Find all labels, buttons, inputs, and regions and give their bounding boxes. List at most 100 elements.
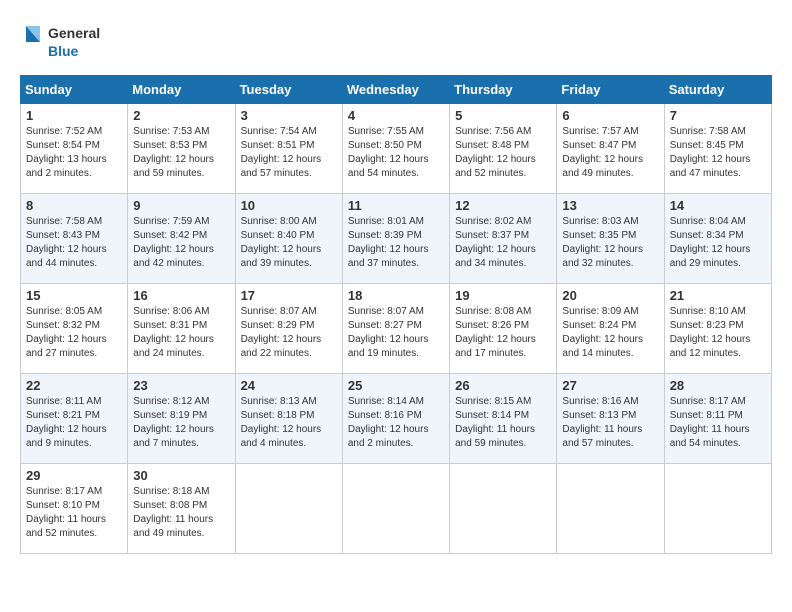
calendar-cell: 8 Sunrise: 7:58 AMSunset: 8:43 PMDaylight… (21, 194, 128, 284)
day-info: Sunrise: 8:16 AMSunset: 8:13 PMDaylight:… (562, 396, 642, 449)
day-number: 18 (348, 288, 444, 303)
day-number: 3 (241, 108, 337, 123)
day-info: Sunrise: 8:05 AMSunset: 8:32 PMDaylight:… (26, 306, 107, 359)
col-wednesday: Wednesday (342, 76, 449, 104)
day-number: 10 (241, 198, 337, 213)
calendar-cell: 10 Sunrise: 8:00 AMSunset: 8:40 PMDayligh… (235, 194, 342, 284)
calendar-cell: 18 Sunrise: 8:07 AMSunset: 8:27 PMDayligh… (342, 284, 449, 374)
calendar-week-row: 8 Sunrise: 7:58 AMSunset: 8:43 PMDaylight… (21, 194, 772, 284)
day-info: Sunrise: 8:00 AMSunset: 8:40 PMDaylight:… (241, 216, 322, 269)
calendar-cell: 22Sunrise: 8:11 AMSunset: 8:21 PMDayligh… (21, 374, 128, 464)
logo: General Blue (20, 20, 110, 65)
calendar-cell: 20Sunrise: 8:09 AMSunset: 8:24 PMDayligh… (557, 284, 664, 374)
calendar-cell (450, 464, 557, 554)
day-number: 11 (348, 198, 444, 213)
calendar-table: Sunday Monday Tuesday Wednesday Thursday… (20, 75, 772, 554)
day-info: Sunrise: 7:56 AMSunset: 8:48 PMDaylight:… (455, 126, 536, 179)
day-info: Sunrise: 8:14 AMSunset: 8:16 PMDaylight:… (348, 396, 429, 449)
svg-text:Blue: Blue (48, 43, 79, 59)
calendar-cell (664, 464, 771, 554)
day-number: 8 (26, 198, 122, 213)
day-number: 26 (455, 378, 551, 393)
day-info: Sunrise: 7:58 AMSunset: 8:43 PMDaylight:… (26, 216, 107, 269)
day-number: 27 (562, 378, 658, 393)
day-info: Sunrise: 8:02 AMSunset: 8:37 PMDaylight:… (455, 216, 536, 269)
day-number: 9 (133, 198, 229, 213)
day-number: 16 (133, 288, 229, 303)
day-number: 17 (241, 288, 337, 303)
calendar-cell: 29 Sunrise: 8:17 AMSunset: 8:10 PMDayligh… (21, 464, 128, 554)
day-number: 15 (26, 288, 122, 303)
day-info: Sunrise: 8:15 AMSunset: 8:14 PMDaylight:… (455, 396, 535, 449)
day-info: Sunrise: 7:52 AMSunset: 8:54 PMDaylight:… (26, 126, 107, 179)
calendar-cell: 11 Sunrise: 8:01 AMSunset: 8:39 PMDayligh… (342, 194, 449, 284)
calendar-cell: 25Sunrise: 8:14 AMSunset: 8:16 PMDayligh… (342, 374, 449, 464)
day-info: Sunrise: 8:07 AMSunset: 8:29 PMDaylight:… (241, 306, 322, 359)
day-info: Sunrise: 8:17 AMSunset: 8:10 PMDaylight:… (26, 486, 106, 539)
day-info: Sunrise: 7:57 AMSunset: 8:47 PMDaylight:… (562, 126, 643, 179)
day-number: 5 (455, 108, 551, 123)
calendar-cell: 5 Sunrise: 7:56 AMSunset: 8:48 PMDaylight… (450, 104, 557, 194)
day-info: Sunrise: 8:12 AMSunset: 8:19 PMDaylight:… (133, 396, 214, 449)
day-number: 28 (670, 378, 766, 393)
day-info: Sunrise: 8:07 AMSunset: 8:27 PMDaylight:… (348, 306, 429, 359)
col-tuesday: Tuesday (235, 76, 342, 104)
day-number: 14 (670, 198, 766, 213)
calendar-week-row: 29 Sunrise: 8:17 AMSunset: 8:10 PMDayligh… (21, 464, 772, 554)
col-friday: Friday (557, 76, 664, 104)
calendar-cell: 6 Sunrise: 7:57 AMSunset: 8:47 PMDaylight… (557, 104, 664, 194)
day-info: Sunrise: 7:58 AMSunset: 8:45 PMDaylight:… (670, 126, 751, 179)
calendar-cell: 24Sunrise: 8:13 AMSunset: 8:18 PMDayligh… (235, 374, 342, 464)
calendar-cell: 12 Sunrise: 8:02 AMSunset: 8:37 PMDayligh… (450, 194, 557, 284)
day-info: Sunrise: 7:54 AMSunset: 8:51 PMDaylight:… (241, 126, 322, 179)
calendar-cell: 27 Sunrise: 8:16 AMSunset: 8:13 PMDayligh… (557, 374, 664, 464)
calendar-cell: 1 Sunrise: 7:52 AMSunset: 8:54 PMDaylight… (21, 104, 128, 194)
calendar-cell (557, 464, 664, 554)
calendar-cell: 19 Sunrise: 8:08 AMSunset: 8:26 PMDayligh… (450, 284, 557, 374)
day-info: Sunrise: 8:18 AMSunset: 8:08 PMDaylight:… (133, 486, 213, 539)
calendar-cell: 16 Sunrise: 8:06 AMSunset: 8:31 PMDayligh… (128, 284, 235, 374)
day-number: 6 (562, 108, 658, 123)
calendar-cell: 21 Sunrise: 8:10 AMSunset: 8:23 PMDayligh… (664, 284, 771, 374)
calendar-cell: 28 Sunrise: 8:17 AMSunset: 8:11 PMDayligh… (664, 374, 771, 464)
day-number: 20 (562, 288, 658, 303)
svg-text:General: General (48, 25, 100, 41)
col-saturday: Saturday (664, 76, 771, 104)
day-number: 1 (26, 108, 122, 123)
day-info: Sunrise: 7:53 AMSunset: 8:53 PMDaylight:… (133, 126, 214, 179)
day-number: 12 (455, 198, 551, 213)
day-info: Sunrise: 8:10 AMSunset: 8:23 PMDaylight:… (670, 306, 751, 359)
day-number: 21 (670, 288, 766, 303)
calendar-cell: 30 Sunrise: 8:18 AMSunset: 8:08 PMDayligh… (128, 464, 235, 554)
day-info: Sunrise: 8:03 AMSunset: 8:35 PMDaylight:… (562, 216, 643, 269)
day-number: 22 (26, 378, 122, 393)
day-number: 19 (455, 288, 551, 303)
calendar-cell: 4 Sunrise: 7:55 AMSunset: 8:50 PMDaylight… (342, 104, 449, 194)
day-number: 30 (133, 468, 229, 483)
day-info: Sunrise: 7:55 AMSunset: 8:50 PMDaylight:… (348, 126, 429, 179)
calendar-cell: 26 Sunrise: 8:15 AMSunset: 8:14 PMDayligh… (450, 374, 557, 464)
col-sunday: Sunday (21, 76, 128, 104)
day-number: 4 (348, 108, 444, 123)
calendar-cell: 13 Sunrise: 8:03 AMSunset: 8:35 PMDayligh… (557, 194, 664, 284)
day-number: 13 (562, 198, 658, 213)
calendar-cell: 14 Sunrise: 8:04 AMSunset: 8:34 PMDayligh… (664, 194, 771, 284)
col-monday: Monday (128, 76, 235, 104)
day-info: Sunrise: 8:04 AMSunset: 8:34 PMDaylight:… (670, 216, 751, 269)
calendar-cell: 17 Sunrise: 8:07 AMSunset: 8:29 PMDayligh… (235, 284, 342, 374)
calendar-cell: 15 Sunrise: 8:05 AMSunset: 8:32 PMDayligh… (21, 284, 128, 374)
days-header-row: Sunday Monday Tuesday Wednesday Thursday… (21, 76, 772, 104)
calendar-cell: 2Sunrise: 7:53 AMSunset: 8:53 PMDaylight… (128, 104, 235, 194)
calendar-cell: 3 Sunrise: 7:54 AMSunset: 8:51 PMDaylight… (235, 104, 342, 194)
calendar-cell (235, 464, 342, 554)
day-number: 29 (26, 468, 122, 483)
day-info: Sunrise: 8:17 AMSunset: 8:11 PMDaylight:… (670, 396, 750, 449)
col-thursday: Thursday (450, 76, 557, 104)
day-info: Sunrise: 8:01 AMSunset: 8:39 PMDaylight:… (348, 216, 429, 269)
day-number: 24 (241, 378, 337, 393)
calendar-week-row: 22Sunrise: 8:11 AMSunset: 8:21 PMDayligh… (21, 374, 772, 464)
day-info: Sunrise: 8:08 AMSunset: 8:26 PMDaylight:… (455, 306, 536, 359)
calendar-week-row: 1 Sunrise: 7:52 AMSunset: 8:54 PMDaylight… (21, 104, 772, 194)
calendar-cell: 23Sunrise: 8:12 AMSunset: 8:19 PMDayligh… (128, 374, 235, 464)
day-info: Sunrise: 8:06 AMSunset: 8:31 PMDaylight:… (133, 306, 214, 359)
